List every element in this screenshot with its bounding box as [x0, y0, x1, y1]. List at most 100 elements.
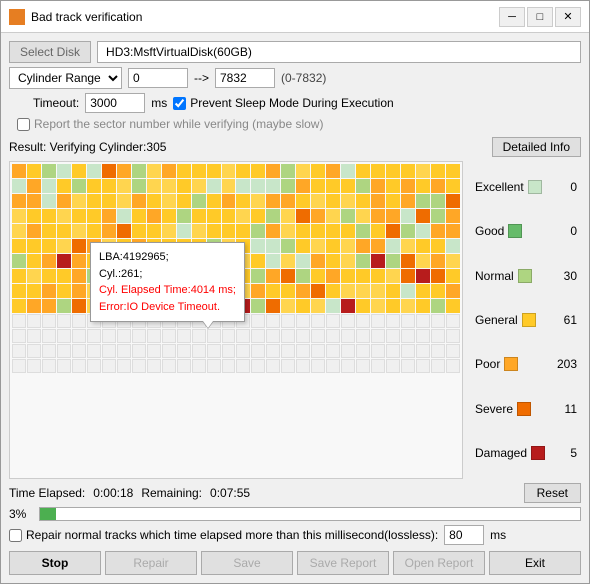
grid-cell — [87, 344, 101, 358]
maximize-button[interactable]: □ — [527, 7, 553, 27]
grid-cell — [12, 194, 26, 208]
repair-button[interactable]: Repair — [105, 551, 197, 575]
grid-cell — [162, 329, 176, 343]
grid-cell — [416, 209, 430, 223]
stop-button[interactable]: Stop — [9, 551, 101, 575]
grid-cell — [431, 179, 445, 193]
grid-cell — [266, 239, 280, 253]
grid-cell — [266, 329, 280, 343]
report-sector-label[interactable]: Report the sector number while verifying… — [17, 117, 323, 131]
grid-cell — [386, 194, 400, 208]
grid-cell — [27, 209, 41, 223]
grid-cell — [446, 329, 460, 343]
grid-cell — [431, 194, 445, 208]
grid-cell — [236, 344, 250, 358]
grid-cell — [416, 284, 430, 298]
grid-cell — [386, 179, 400, 193]
grid-cell — [416, 314, 430, 328]
grid-cell — [416, 179, 430, 193]
content-area: Select Disk HD3:MsftVirtualDisk(60GB) Cy… — [1, 33, 589, 583]
grid-cell — [266, 299, 280, 313]
grid-cell — [341, 314, 355, 328]
save-button[interactable]: Save — [201, 551, 293, 575]
save-report-button[interactable]: Save Report — [297, 551, 389, 575]
grid-cell — [446, 224, 460, 238]
grid-cell — [371, 299, 385, 313]
grid-cell — [266, 344, 280, 358]
range-select[interactable]: Cylinder Range LBA Range — [9, 67, 122, 89]
grid-cell — [12, 239, 26, 253]
grid-cell — [341, 344, 355, 358]
remaining-value: 0:07:55 — [210, 486, 250, 500]
grid-cell — [72, 209, 86, 223]
open-report-button[interactable]: Open Report — [393, 551, 485, 575]
grid-cell — [431, 239, 445, 253]
minimize-button[interactable]: ─ — [499, 7, 525, 27]
grid-cell — [222, 209, 236, 223]
grid-cell — [371, 164, 385, 178]
grid-cell — [132, 344, 146, 358]
detailed-info-button[interactable]: Detailed Info — [492, 137, 581, 157]
grid-cell — [281, 254, 295, 268]
grid-cell — [431, 359, 445, 373]
grid-cell — [72, 239, 86, 253]
grid-cell — [401, 269, 415, 283]
grid-cell — [296, 299, 310, 313]
prevent-sleep-label[interactable]: Prevent Sleep Mode During Execution — [173, 96, 393, 110]
grid-cell — [207, 209, 221, 223]
grid-cell — [296, 179, 310, 193]
main-window: Bad track verification ─ □ ✕ Select Disk… — [0, 0, 590, 584]
report-sector-checkbox[interactable] — [17, 118, 30, 131]
grid-cell — [102, 179, 116, 193]
repair-checkbox[interactable] — [9, 529, 22, 542]
grid-cell — [207, 344, 221, 358]
legend-item: Poor 203 — [471, 355, 581, 373]
grid-cell — [236, 224, 250, 238]
legend-count: 5 — [570, 446, 577, 460]
grid-cell — [132, 209, 146, 223]
grid-cell — [266, 209, 280, 223]
grid-cell — [356, 359, 370, 373]
grid-cell — [117, 329, 131, 343]
grid-cell — [401, 344, 415, 358]
grid-cell — [27, 179, 41, 193]
bottom-section: Time Elapsed: 0:00:18 Remaining: 0:07:55… — [9, 483, 581, 575]
grid-cell — [132, 359, 146, 373]
close-button[interactable]: ✕ — [555, 7, 581, 27]
select-disk-button[interactable]: Select Disk — [9, 41, 91, 63]
grid-cell — [296, 209, 310, 223]
grid-cell — [266, 269, 280, 283]
legend-count: 0 — [570, 224, 577, 238]
grid-cell — [281, 194, 295, 208]
grid-cell — [401, 209, 415, 223]
range-from-input[interactable] — [128, 68, 188, 88]
legend-color-box — [531, 446, 545, 460]
grid-cell — [356, 209, 370, 223]
grid-cell — [326, 179, 340, 193]
repair-checkbox-label[interactable]: Repair normal tracks which time elapsed … — [9, 528, 438, 542]
grid-cell — [356, 284, 370, 298]
grid-cell — [401, 179, 415, 193]
disk-row: Select Disk HD3:MsftVirtualDisk(60GB) — [9, 41, 581, 63]
grid-cell — [401, 299, 415, 313]
exit-button[interactable]: Exit — [489, 551, 581, 575]
grid-cell — [371, 269, 385, 283]
repair-ms-input[interactable] — [444, 525, 484, 545]
timeout-input[interactable] — [85, 93, 145, 113]
prevent-sleep-checkbox[interactable] — [173, 97, 186, 110]
grid-cell — [431, 224, 445, 238]
grid-cell — [311, 314, 325, 328]
grid-cell — [281, 314, 295, 328]
tooltip-cyl: Cyl.:261; — [99, 266, 236, 283]
grid-cell — [251, 254, 265, 268]
grid-cell — [341, 209, 355, 223]
range-to-input[interactable] — [215, 68, 275, 88]
reset-button[interactable]: Reset — [524, 483, 581, 503]
grid-cell — [57, 194, 71, 208]
grid-cell — [311, 284, 325, 298]
grid-cell — [87, 179, 101, 193]
grid-cell — [446, 299, 460, 313]
legend-left: General — [475, 313, 536, 327]
grid-cell — [326, 299, 340, 313]
grid-cell — [371, 194, 385, 208]
